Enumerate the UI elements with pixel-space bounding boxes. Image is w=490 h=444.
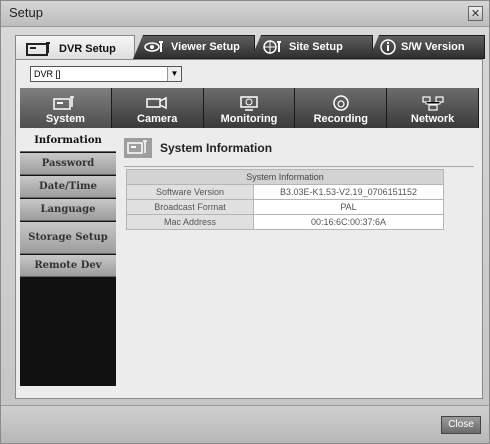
side-item-information[interactable]: Information [20,130,116,152]
footer-bar: Close [1,405,489,443]
system-info-table: System Information Software Version B3.0… [126,169,444,230]
system-information-panel: System Information System Information So… [116,130,479,386]
category-label: Camera [137,113,178,125]
setup-frame: DVR [] ▼ System Camera Monitoring Record… [15,59,483,399]
monitor-icon [240,96,258,111]
side-item-language[interactable]: Language [20,199,116,221]
row-label: Mac Address [126,214,254,230]
table-row: Mac Address 00:16:6C:00:37:6A [126,214,444,230]
side-item-date-time[interactable]: Date/Time [20,176,116,198]
row-value: B3.03E-K1.53-V2.19_0706151152 [253,184,444,200]
top-tab-bar: DVR Setup Viewer Setup Site Setup S/W Ve… [15,35,485,61]
setup-window: Setup ✕ DVR Setup Viewer Setup Site Setu… [0,0,490,444]
system-info-icon [124,138,152,158]
category-label: System [45,113,85,125]
table-row: Software Version B3.03E-K1.53-V2.19_0706… [126,184,444,200]
camera-icon [146,96,167,110]
row-label: Broadcast Format [126,199,254,215]
category-network[interactable]: Network [387,88,479,128]
dvr-setup-icon [26,41,54,57]
dvr-select-value: DVR [] [34,69,61,79]
system-icon [53,96,75,110]
category-label: Recording [313,113,368,125]
info-icon [380,39,396,55]
category-bar: System Camera Monitoring Recording Netwo… [20,88,479,128]
tab-sw-version[interactable]: S/W Version [369,35,485,59]
close-button[interactable]: Close [441,416,481,434]
table-row: Broadcast Format PAL [126,199,444,215]
window-close-button[interactable]: ✕ [468,6,483,21]
side-menu: Information Password Date/Time Language … [20,130,116,386]
tab-site-setup[interactable]: Site Setup [251,35,373,59]
window-title: Setup [9,5,43,20]
tab-label: Site Setup [289,41,343,53]
category-recording[interactable]: Recording [295,88,388,128]
site-setup-icon [262,40,284,54]
tab-dvr-setup[interactable]: DVR Setup [15,35,135,61]
category-system[interactable]: System [20,88,112,128]
category-label: Monitoring [220,113,278,125]
table-header: System Information [126,169,444,185]
tab-label: S/W Version [401,41,465,53]
network-icon [421,96,444,111]
panel-title: System Information [160,141,273,155]
category-label: Network [410,113,455,125]
chevron-down-icon[interactable]: ▼ [167,67,181,81]
divider [124,166,474,167]
category-monitoring[interactable]: Monitoring [203,88,296,128]
category-camera[interactable]: Camera [111,88,204,128]
panel-header: System Information [124,138,272,158]
tab-label: Viewer Setup [171,41,240,53]
viewer-setup-icon [144,40,166,54]
side-item-remote-dev[interactable]: Remote Dev [20,255,116,277]
tab-label: DVR Setup [59,42,116,55]
title-bar: Setup ✕ [1,1,489,27]
row-value: PAL [253,199,444,215]
side-item-storage-setup[interactable]: Storage Setup [20,222,116,254]
row-value: 00:16:6C:00:37:6A [253,214,444,230]
recording-icon [333,95,349,111]
row-label: Software Version [126,184,254,200]
tab-viewer-setup[interactable]: Viewer Setup [133,35,255,59]
side-item-password[interactable]: Password [20,153,116,175]
table-header-row: System Information [126,169,444,185]
dvr-select[interactable]: DVR [] ▼ [30,66,182,82]
